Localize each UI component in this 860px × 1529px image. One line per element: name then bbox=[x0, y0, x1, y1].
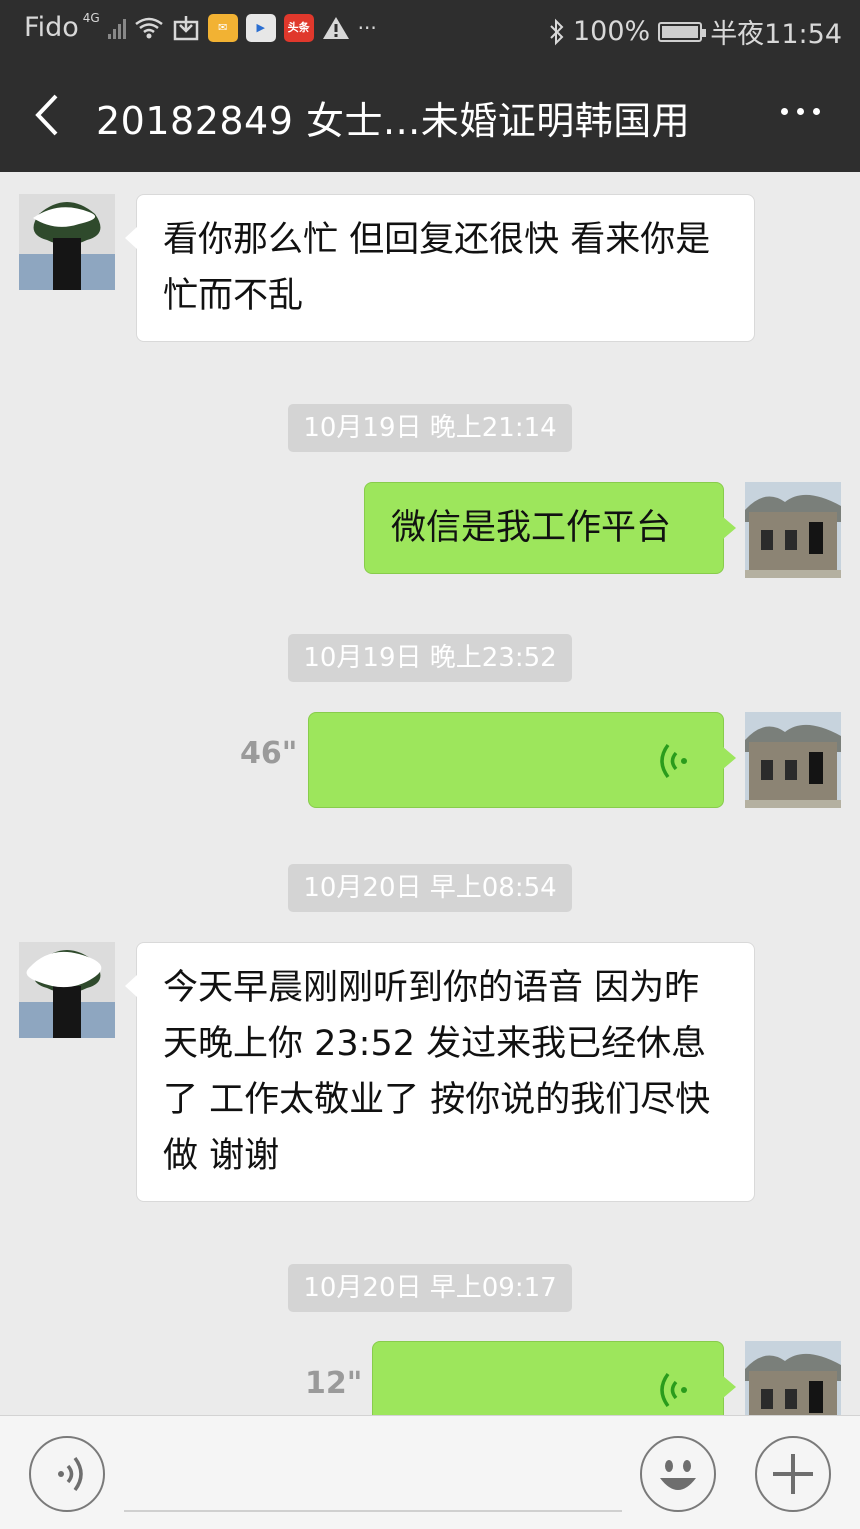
voice-input-icon[interactable] bbox=[29, 1436, 105, 1512]
clock: 半夜11:54 bbox=[710, 19, 842, 50]
toutiao-app-icon: 头条 bbox=[283, 13, 314, 42]
plus-icon[interactable] bbox=[755, 1436, 831, 1512]
contact-avatar[interactable] bbox=[19, 942, 115, 1038]
voice-duration: 46" bbox=[240, 736, 298, 771]
self-avatar[interactable] bbox=[745, 1341, 841, 1415]
self-avatar[interactable] bbox=[745, 712, 841, 808]
status-right: 100% 半夜11:54 bbox=[549, 12, 842, 51]
status-left: Fido 4G ✉ ▶ 头条 ··· bbox=[24, 10, 377, 44]
video-app-icon: ▶ bbox=[245, 13, 276, 42]
warning-icon bbox=[322, 16, 349, 39]
timestamp-label: 10月19日 晚上23:52 bbox=[288, 634, 572, 682]
voice-wave-icon bbox=[660, 1372, 687, 1408]
timestamp-label: 10月20日 早上08:54 bbox=[288, 864, 572, 912]
bluetooth-icon bbox=[550, 18, 564, 45]
voice-wave-icon bbox=[660, 743, 687, 779]
more-dots-icon[interactable] bbox=[781, 108, 820, 115]
self-avatar[interactable] bbox=[745, 482, 841, 578]
input-bar bbox=[0, 1415, 860, 1529]
message-bubble-incoming[interactable]: 今天早晨刚刚听到你的语音 因为昨天晚上你 23:52 发过来我已经休息了 工作太… bbox=[125, 942, 755, 1202]
signal-icon bbox=[107, 17, 126, 39]
network-type: 4G bbox=[82, 10, 100, 25]
message-bubble-incoming[interactable]: 看你那么忙 但回复还很快 看来你是忙而不乱 bbox=[125, 194, 755, 342]
message-input[interactable] bbox=[124, 1508, 622, 1512]
contact-avatar[interactable] bbox=[19, 194, 115, 290]
message-bubble-outgoing[interactable]: 微信是我工作平台 bbox=[364, 482, 736, 574]
voice-duration: 12" bbox=[305, 1366, 363, 1401]
battery-percent: 100% bbox=[572, 16, 651, 47]
mail-app-icon: ✉ bbox=[207, 13, 238, 42]
timestamp-label: 10月19日 晚上21:14 bbox=[288, 404, 572, 452]
chat-header: 20182849 女士...未婚证明韩国用 bbox=[0, 58, 860, 172]
chat-title[interactable]: 20182849 女士...未婚证明韩国用 bbox=[96, 90, 690, 145]
download-icon bbox=[173, 15, 198, 40]
battery-icon bbox=[658, 21, 707, 42]
message-list[interactable]: 看你那么忙 但回复还很快 看来你是忙而不乱 10月19日 晚上21:14 微信是… bbox=[0, 172, 860, 1415]
more-notifications-icon: ··· bbox=[357, 15, 377, 40]
back-chevron-icon[interactable] bbox=[28, 92, 68, 138]
wifi-icon bbox=[134, 17, 163, 38]
timestamp-label: 10月20日 早上09:17 bbox=[288, 1264, 572, 1312]
voice-message-bubble[interactable] bbox=[308, 712, 736, 808]
status-bar: Fido 4G ✉ ▶ 头条 ··· 100% 半夜11:54 bbox=[0, 0, 860, 58]
voice-message-bubble[interactable] bbox=[372, 1341, 736, 1415]
emoji-icon[interactable] bbox=[640, 1436, 716, 1512]
carrier-label: Fido bbox=[24, 12, 79, 43]
